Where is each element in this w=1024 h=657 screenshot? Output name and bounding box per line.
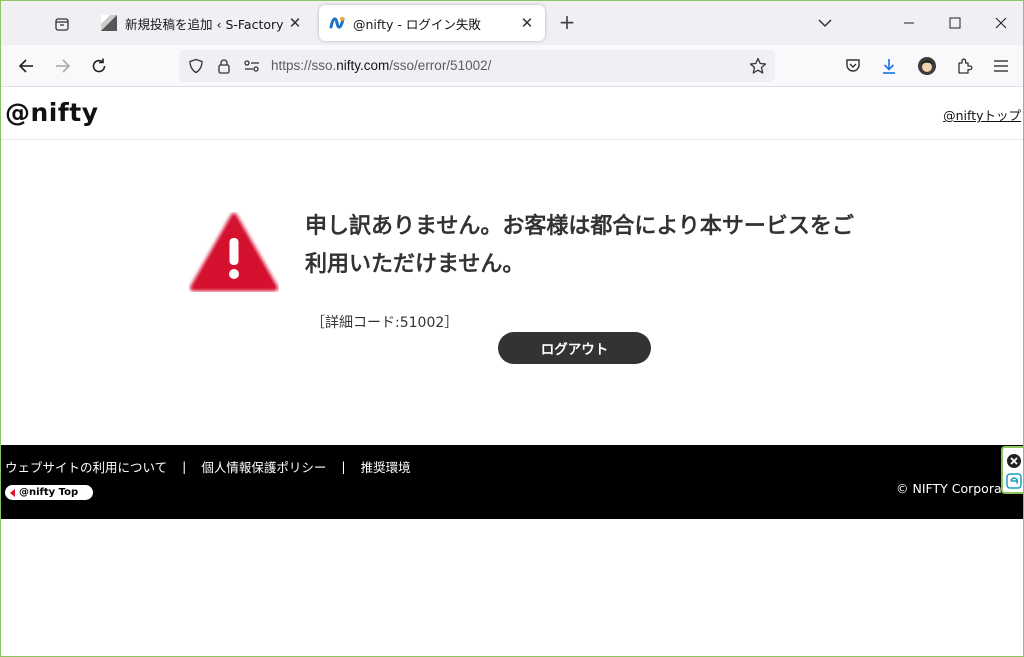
download-icon[interactable] [877, 54, 901, 78]
url-domain: nifty.com [336, 58, 390, 73]
s-factory-favicon-icon [101, 15, 117, 31]
nifty-top-badge[interactable]: @nifty Top [5, 485, 93, 500]
tab-nifty-login[interactable]: @nifty - ログイン失敗 ✕ [319, 5, 545, 41]
shield-icon[interactable] [188, 58, 204, 74]
footer-links: ウェブサイトの利用について | 個人情報保護ポリシー | 推奨環境 [5, 457, 411, 476]
nifty-top-link[interactable]: @niftyトップ [943, 105, 1021, 124]
permissions-icon[interactable] [243, 58, 261, 74]
nifty-logo[interactable]: @nifty [5, 98, 99, 127]
footer-link-environment[interactable]: 推奨環境 [361, 457, 411, 476]
url-text[interactable]: https://sso.nifty.com/sso/error/51002/ [271, 58, 491, 73]
warning-icon [190, 213, 278, 291]
lock-icon[interactable] [216, 58, 232, 74]
footer-separator: | [182, 459, 187, 474]
tab-close-icon[interactable]: ✕ [519, 14, 535, 32]
tab-list-icon[interactable] [49, 11, 75, 37]
site-footer: ウェブサイトの利用について | 個人情報保護ポリシー | 推奨環境 @nifty… [1, 445, 1023, 519]
side-widget [1001, 446, 1023, 494]
pocket-icon[interactable] [841, 54, 865, 78]
url-path: /sso/error/51002/ [389, 58, 492, 73]
site-header: @nifty @niftyトップ [1, 88, 1023, 140]
tab-bar: 新規投稿を追加 ‹ S-Factory — W ✕ @nifty - ログイン失… [1, 1, 1023, 45]
account-avatar-icon[interactable] [915, 54, 939, 78]
menu-hamburger-icon[interactable] [989, 54, 1013, 78]
footer-separator: | [341, 459, 346, 474]
extensions-icon[interactable] [953, 54, 977, 78]
forward-arrow-icon[interactable] [51, 54, 75, 78]
error-detail-code: ［詳細コード:51002］ [311, 315, 459, 331]
nifty-favicon-icon [329, 17, 345, 29]
arrow-left-icon [10, 489, 15, 497]
tab-close-icon[interactable]: ✕ [287, 14, 303, 32]
extension-e-icon[interactable] [1006, 473, 1022, 489]
address-bar[interactable]: https://sso.nifty.com/sso/error/51002/ [179, 50, 775, 82]
new-tab-icon[interactable]: + [557, 12, 577, 33]
logout-button[interactable]: ログアウト [498, 332, 651, 364]
copyright: © NIFTY Corpora [896, 481, 1002, 496]
window-close-icon[interactable] [991, 13, 1011, 33]
tab-title: @nifty - ログイン失敗 [353, 16, 481, 32]
close-circle-icon[interactable] [1006, 453, 1022, 469]
maximize-icon[interactable] [945, 13, 965, 33]
tab-s-factory[interactable]: 新規投稿を追加 ‹ S-Factory — W ✕ [91, 5, 313, 41]
page-content: @nifty @niftyトップ 申し訳ありません。お客様は都合により本サービス… [1, 88, 1023, 656]
navigation-bar: https://sso.nifty.com/sso/error/51002/ [1, 45, 1023, 87]
badge-label: @nifty Top [19, 487, 79, 498]
chevron-down-icon[interactable] [815, 13, 835, 33]
footer-link-terms[interactable]: ウェブサイトの利用について [5, 457, 167, 476]
back-arrow-icon[interactable] [14, 54, 38, 78]
minimize-icon[interactable] [899, 13, 919, 33]
reload-icon[interactable] [87, 54, 111, 78]
error-message: 申し訳ありません。お客様は都合により本サービスをご利用いただけません。 [305, 214, 854, 277]
bookmark-star-icon[interactable] [749, 57, 767, 75]
browser-window: 新規投稿を追加 ‹ S-Factory — W ✕ @nifty - ログイン失… [0, 0, 1024, 657]
footer-link-privacy[interactable]: 個人情報保護ポリシー [201, 457, 326, 476]
tab-title: 新規投稿を追加 ‹ S-Factory — W [125, 16, 287, 32]
url-prefix: https://sso. [271, 58, 337, 73]
